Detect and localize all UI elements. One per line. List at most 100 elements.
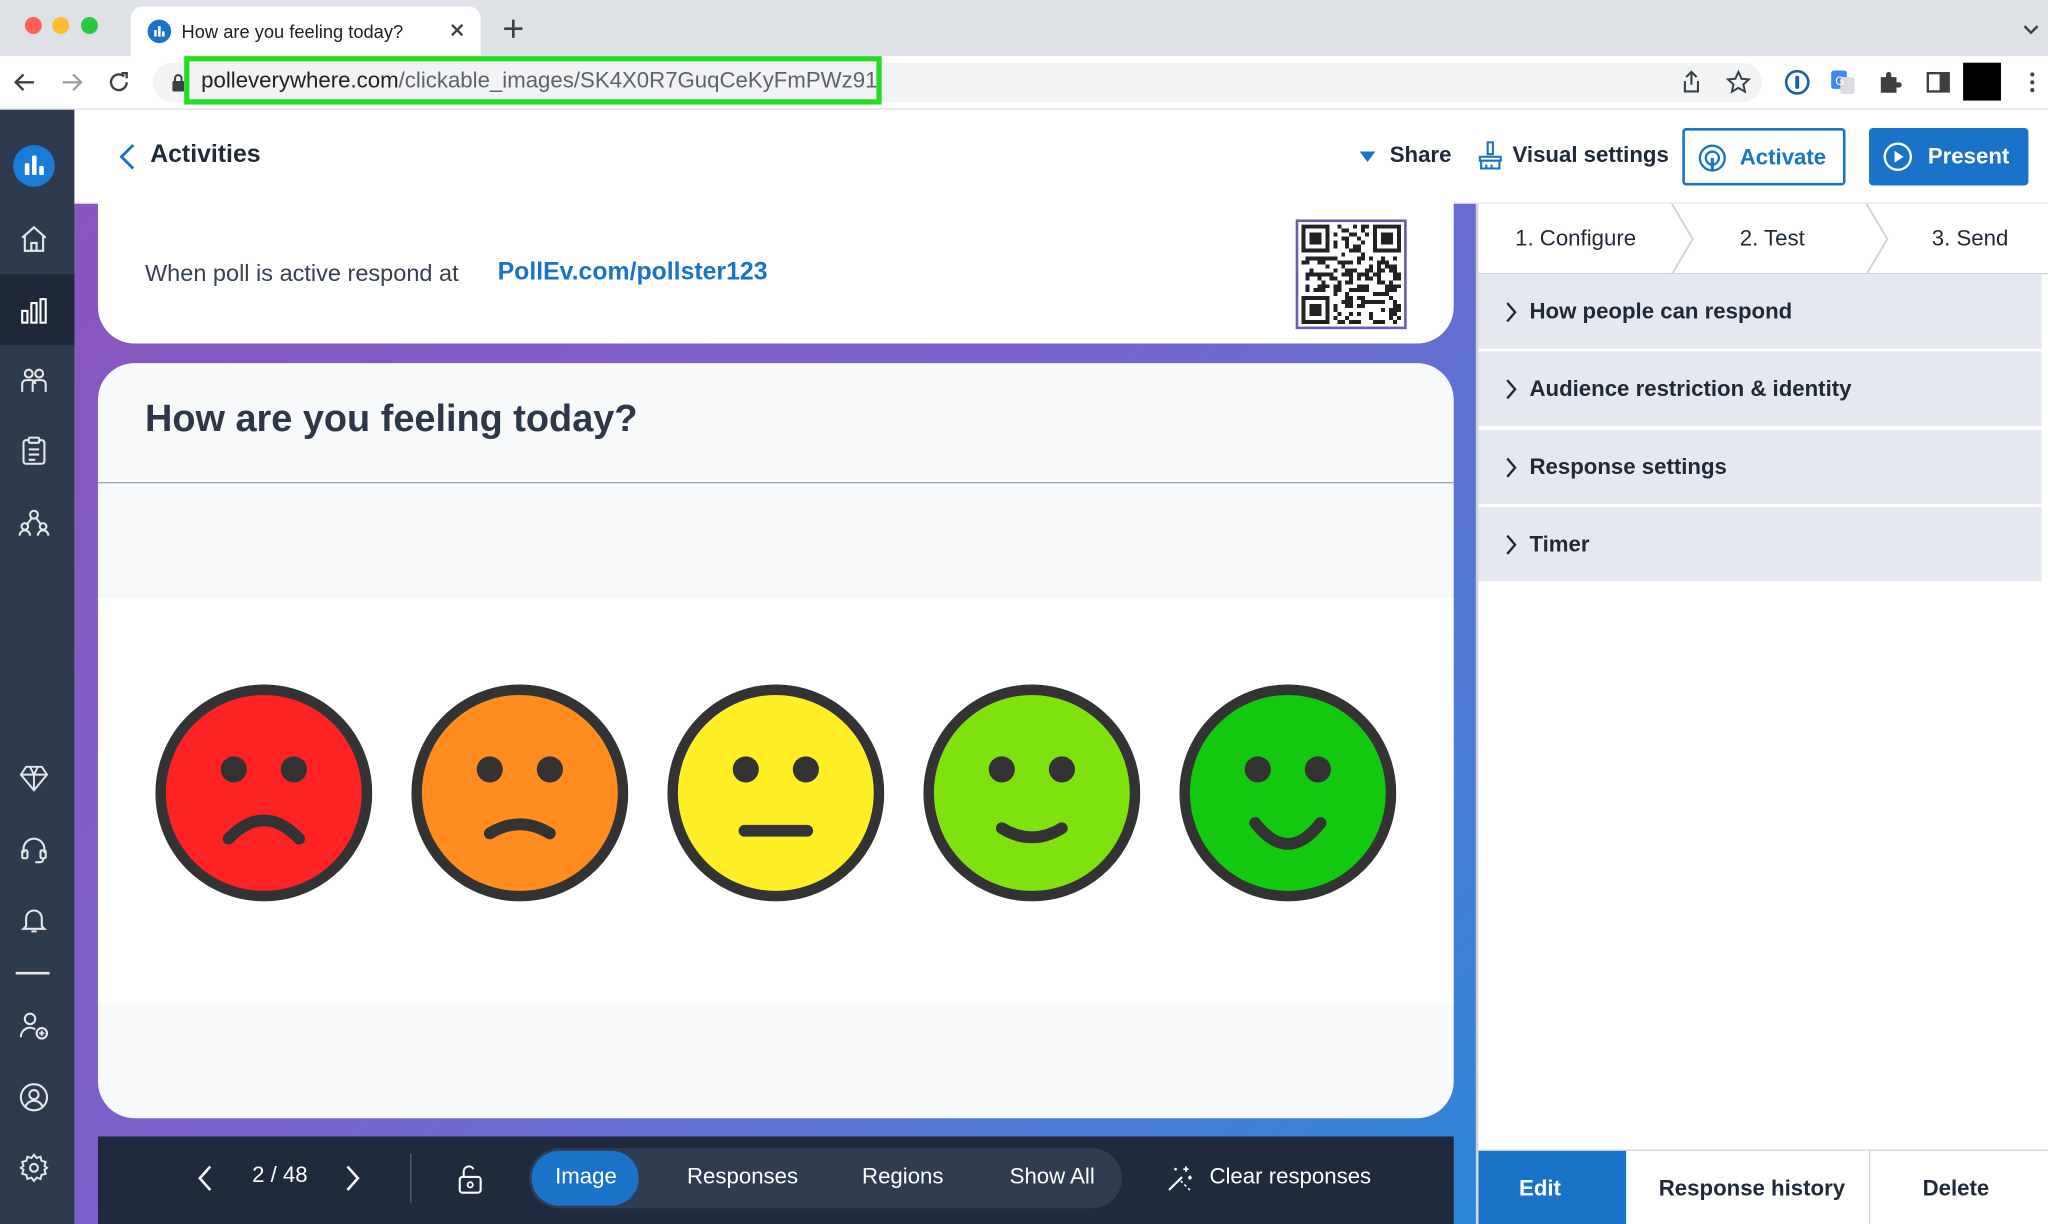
tab-close-icon[interactable] bbox=[447, 20, 468, 41]
qr-code[interactable] bbox=[1295, 219, 1407, 330]
close-window-button[interactable] bbox=[24, 16, 42, 34]
tab-response-history-label: Response history bbox=[1658, 1175, 1846, 1201]
tab-edit[interactable]: Edit bbox=[1478, 1150, 1627, 1224]
poll-question: How are you feeling today? bbox=[144, 398, 638, 441]
minimize-window-button[interactable] bbox=[52, 16, 70, 34]
chevron-right-icon bbox=[1505, 533, 1518, 557]
side-panel-icon[interactable] bbox=[1925, 69, 1951, 95]
sad-face-icon[interactable] bbox=[411, 684, 629, 902]
accordion-label: Audience restriction & identity bbox=[1529, 376, 1852, 402]
translate-icon[interactable]: G bbox=[1830, 69, 1856, 95]
participants-icon[interactable] bbox=[18, 364, 49, 395]
notifications-bell-icon[interactable] bbox=[18, 904, 49, 935]
play-circle-icon bbox=[1882, 141, 1913, 172]
extensions-puzzle-icon[interactable] bbox=[1877, 69, 1903, 95]
panel-bottom-tabs: Edit Response history Delete bbox=[1478, 1149, 2048, 1224]
maximize-window-button[interactable] bbox=[80, 16, 98, 34]
support-headset-icon[interactable] bbox=[18, 833, 49, 864]
bookmark-star-icon[interactable] bbox=[1725, 69, 1752, 95]
clear-responses-button[interactable]: Clear responses bbox=[1209, 1164, 1371, 1190]
polleverywhere-favicon-icon bbox=[147, 19, 172, 44]
url-domain: polleverywhere.com bbox=[201, 67, 399, 93]
accordion-timer[interactable]: Timer bbox=[1478, 506, 2042, 583]
segment-responses[interactable]: Responses bbox=[687, 1164, 798, 1190]
share-caret-icon[interactable] bbox=[1359, 151, 1376, 162]
clipboard-icon[interactable] bbox=[18, 435, 49, 466]
step-arrow-icon bbox=[1864, 203, 1893, 275]
step-send[interactable]: 3. Send bbox=[1932, 226, 2009, 252]
very-sad-face-icon[interactable] bbox=[155, 684, 373, 902]
settings-gear-icon[interactable] bbox=[18, 1152, 49, 1183]
segment-regions[interactable]: Regions bbox=[862, 1164, 943, 1190]
accordion-audience-restriction[interactable]: Audience restriction & identity bbox=[1478, 351, 2042, 428]
poll-card: How are you feeling today? bbox=[97, 363, 1454, 1119]
broadcast-icon bbox=[1698, 144, 1727, 173]
accordion-response-settings[interactable]: Response settings bbox=[1478, 429, 2042, 506]
step-arrow-icon bbox=[1669, 203, 1698, 275]
new-tab-icon[interactable] bbox=[502, 17, 526, 41]
forward-arrow-icon[interactable] bbox=[60, 71, 84, 95]
url-text[interactable]: polleverywhere.com/clickable_images/SK4X… bbox=[201, 68, 877, 94]
clear-sparkle-icon[interactable] bbox=[1164, 1164, 1195, 1195]
url-path: /clickable_images/SK4X0R7GuqCeKyFmPWz91 bbox=[398, 67, 878, 93]
present-button[interactable]: Present bbox=[1869, 128, 2029, 186]
browser-address-bar: polleverywhere.com/clickable_images/SK4X… bbox=[0, 56, 2048, 110]
tab-title: How are you feeling today? bbox=[181, 20, 404, 42]
activities-back-link[interactable]: Activities bbox=[150, 141, 260, 170]
profile-avatar[interactable] bbox=[1963, 62, 2001, 101]
share-button[interactable]: Share bbox=[1390, 142, 1452, 168]
unlock-icon[interactable] bbox=[455, 1164, 486, 1195]
tab-search-chevron-icon[interactable] bbox=[2022, 21, 2040, 39]
home-icon[interactable] bbox=[18, 223, 49, 254]
browser-tab[interactable]: How are you feeling today? bbox=[130, 6, 481, 57]
accordion-how-people-can-respond[interactable]: How people can respond bbox=[1478, 274, 2042, 351]
add-user-icon[interactable] bbox=[18, 1010, 49, 1041]
segment-show-all[interactable]: Show All bbox=[1010, 1164, 1095, 1190]
next-slide-chevron-icon[interactable] bbox=[344, 1164, 362, 1193]
step-test[interactable]: 2. Test bbox=[1740, 226, 1805, 252]
present-label: Present bbox=[1927, 143, 2010, 169]
respond-link[interactable]: PollEv.com/pollster123 bbox=[498, 259, 768, 288]
respond-instructions: When poll is active respond at bbox=[144, 259, 459, 287]
accordion-label: Response settings bbox=[1529, 454, 1727, 480]
toolbar-separator bbox=[410, 1153, 412, 1204]
profile-icon[interactable] bbox=[18, 1082, 49, 1113]
slide-pager: 2 / 48 bbox=[252, 1162, 308, 1188]
view-mode-segmented-control: Image Responses Regions Show All bbox=[528, 1148, 1122, 1209]
previous-slide-chevron-icon[interactable] bbox=[196, 1164, 214, 1193]
chevron-right-icon bbox=[1505, 378, 1518, 402]
browser-menu-icon[interactable] bbox=[2019, 69, 2045, 95]
accordion-label: How people can respond bbox=[1529, 299, 1793, 324]
steps-bar: 1. Configure 2. Test 3. Send bbox=[1478, 203, 2048, 275]
activities-icon[interactable] bbox=[18, 295, 49, 326]
happy-face-icon[interactable] bbox=[923, 684, 1141, 902]
poll-title-divider bbox=[97, 482, 1454, 484]
paint-brush-icon[interactable] bbox=[1476, 140, 1505, 171]
tab-delete-label: Delete bbox=[1922, 1175, 1990, 1201]
chevron-right-icon bbox=[1505, 456, 1518, 480]
sidebar-divider bbox=[15, 971, 50, 975]
upgrade-diamond-icon[interactable] bbox=[18, 763, 49, 794]
activate-button[interactable]: Activate bbox=[1682, 128, 1846, 186]
tab-edit-label: Edit bbox=[1519, 1175, 1561, 1201]
chevron-right-icon bbox=[1505, 300, 1518, 324]
activate-label: Activate bbox=[1739, 144, 1827, 170]
segment-image[interactable]: Image bbox=[555, 1164, 617, 1190]
tab-delete[interactable]: Delete bbox=[1870, 1151, 2048, 1224]
share-page-icon[interactable] bbox=[1678, 69, 1704, 95]
password-manager-icon[interactable] bbox=[1784, 69, 1810, 95]
accordion-label: Timer bbox=[1529, 531, 1590, 557]
very-happy-face-icon[interactable] bbox=[1179, 684, 1397, 902]
step-configure[interactable]: 1. Configure bbox=[1515, 226, 1636, 252]
back-arrow-icon[interactable] bbox=[13, 71, 37, 95]
neutral-face-icon[interactable] bbox=[667, 684, 885, 902]
browser-tab-bar: How are you feeling today? bbox=[0, 0, 2048, 57]
groups-icon[interactable] bbox=[18, 507, 50, 538]
reload-icon[interactable] bbox=[107, 71, 131, 95]
presenter-toolbar: 2 / 48 Image Responses Regions Show All … bbox=[97, 1136, 1454, 1224]
back-chevron-icon[interactable] bbox=[116, 142, 137, 171]
visual-settings-button[interactable]: Visual settings bbox=[1512, 142, 1668, 168]
polleverywhere-logo-icon[interactable] bbox=[13, 144, 55, 187]
svg-text:G: G bbox=[1835, 74, 1844, 88]
tab-response-history[interactable]: Response history bbox=[1626, 1150, 1871, 1224]
